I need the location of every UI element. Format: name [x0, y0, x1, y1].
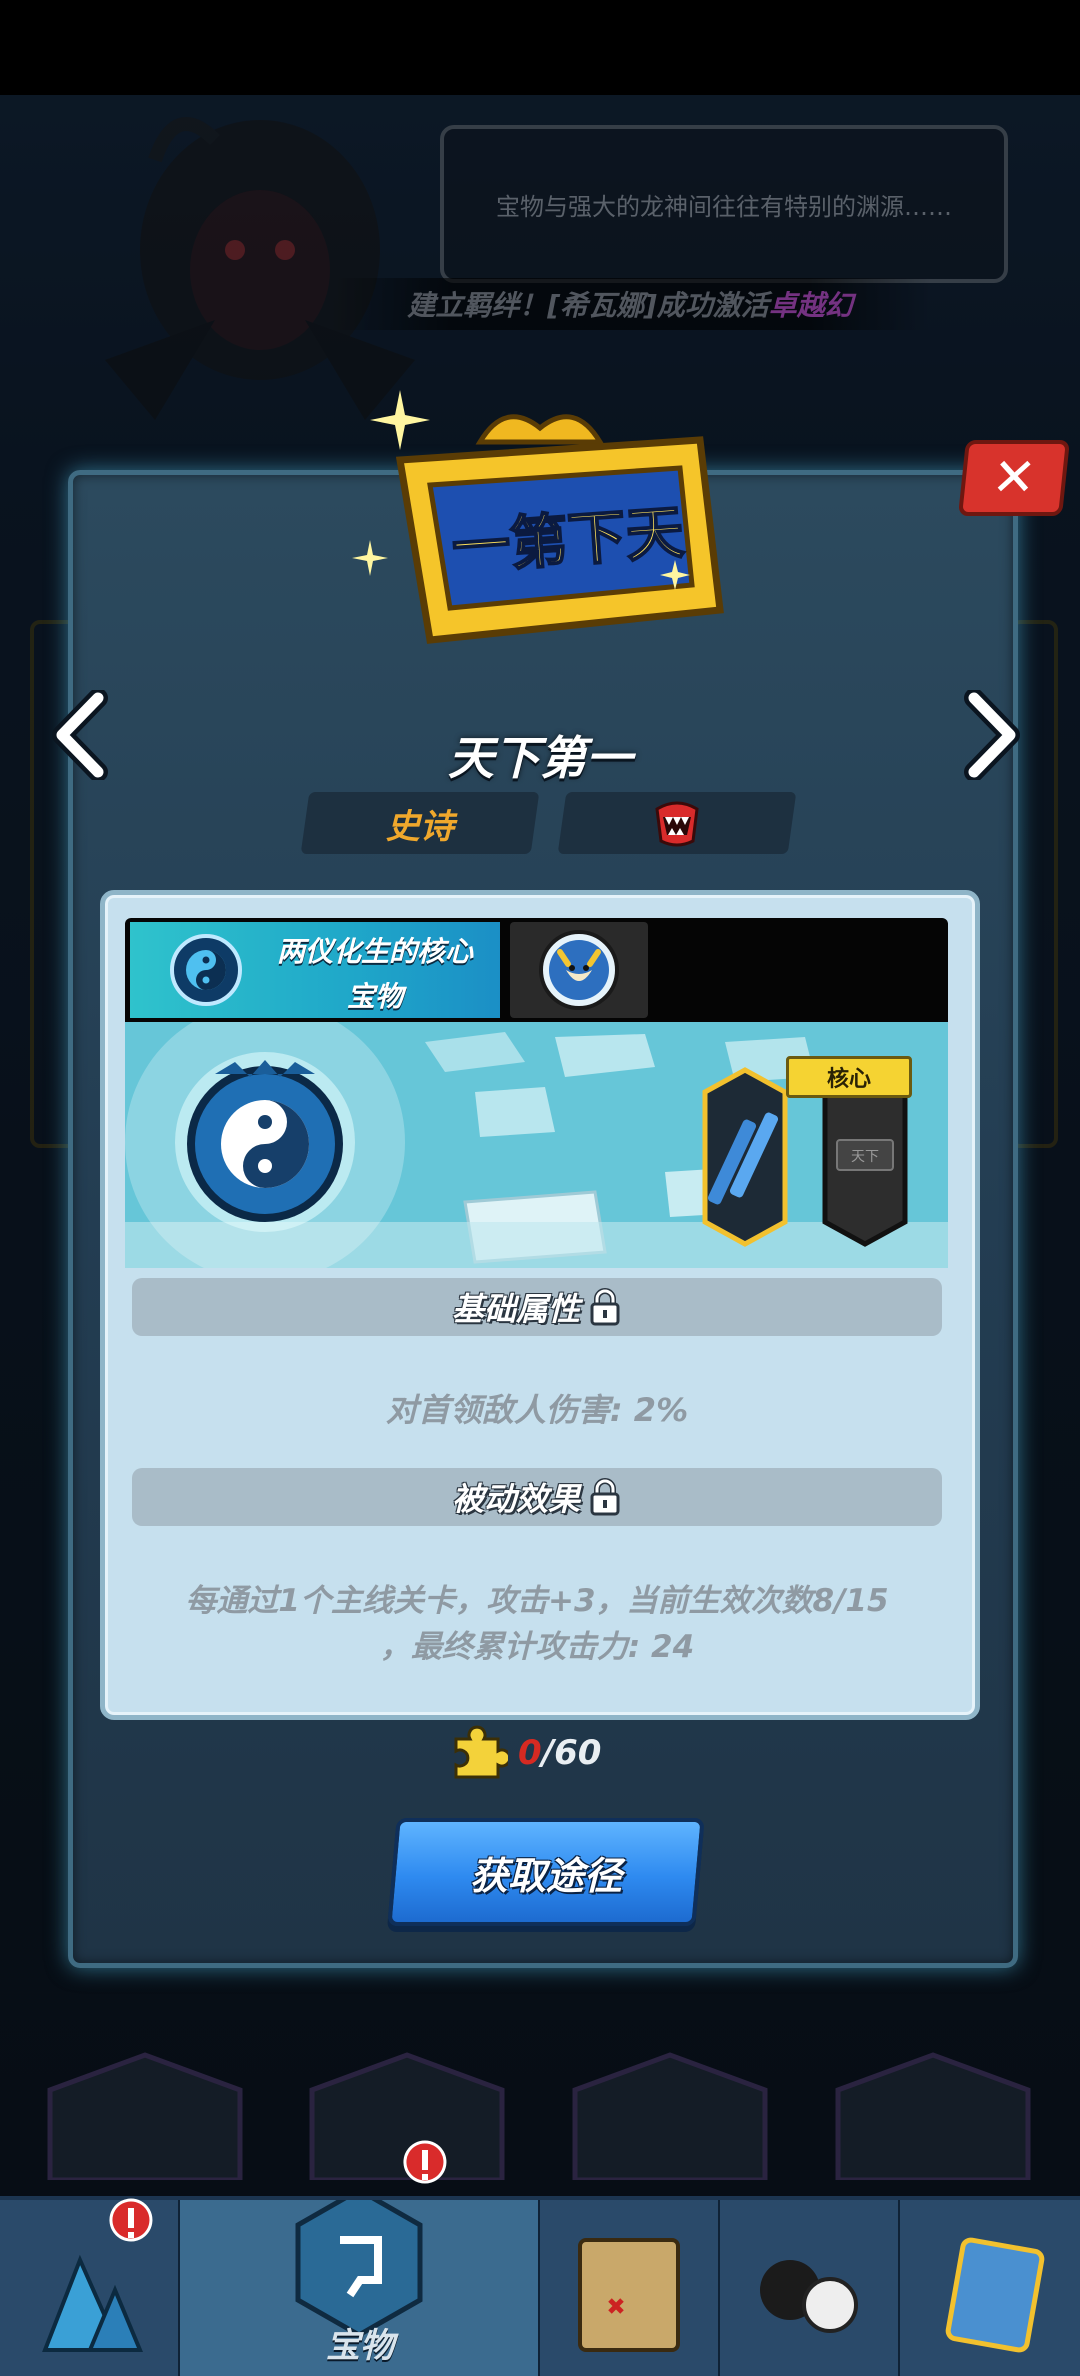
- passive-effect-description: 每通过1个主线关卡，攻击+3，当前生效次数8/15 ，最终累计攻击力: 24: [132, 1578, 942, 1670]
- close-button[interactable]: ✕: [958, 440, 1070, 516]
- passive-effect-line2: ，最终累计攻击力: 24: [379, 1629, 695, 1665]
- alert-badge-icon: [403, 2140, 447, 2184]
- alert-badge-icon: [109, 2198, 153, 2242]
- svg-text:天下: 天下: [851, 1149, 879, 1165]
- background-slot-hex: [835, 2052, 1031, 2180]
- characters-icon: [760, 2260, 858, 2333]
- fragment-total: /60: [541, 1733, 602, 1773]
- core-badge-label: 核心: [826, 1067, 871, 1092]
- background-slot-hex: [572, 2052, 768, 2180]
- fragment-current: 0: [518, 1733, 542, 1773]
- yin-yang-orb-icon: [170, 934, 242, 1006]
- map-scroll-icon: [578, 2238, 680, 2352]
- passive-effect-line1: 每通过1个主线关卡，攻击+3，当前生效次数8/15: [185, 1583, 889, 1619]
- game-screen: 宝物与强大的龙神间往往有特别的渊源…… 建立羁绊！[希瓦娜]成功激活卓越幻 ✕ …: [0, 0, 1080, 2376]
- treasure-plaque-image: 一第下天: [352, 390, 724, 644]
- base-attributes-header: 基础属性: [132, 1278, 942, 1336]
- close-icon: ✕: [989, 448, 1039, 508]
- rarity-label: 史诗: [386, 806, 454, 847]
- base-attribute-value: 对首领敌人伤害: 2%: [385, 1391, 689, 1429]
- passive-effect-label: 被动效果: [451, 1480, 580, 1518]
- base-attributes-label: 基础属性: [451, 1290, 580, 1328]
- nav-tab-treasure-label: 宝物: [326, 2326, 394, 2366]
- nav-tab-cards[interactable]: [900, 2200, 1080, 2376]
- card-deck-icon: [945, 2237, 1045, 2353]
- puzzle-piece-icon: [454, 1725, 508, 1779]
- demon-mouth-icon: [655, 801, 699, 847]
- tab-core-treasure-line1: 两仪化生的核心: [276, 935, 473, 968]
- lock-icon: [590, 1478, 620, 1516]
- fragment-progress: 0/60: [448, 1724, 648, 1782]
- nav-tab-map[interactable]: [540, 2200, 721, 2376]
- core-badge: 核心: [786, 1056, 912, 1098]
- passive-effect-header: 被动效果: [132, 1468, 942, 1526]
- rarity-tag: 史诗: [300, 792, 540, 854]
- dragon-portrait-icon: [539, 930, 619, 1010]
- faction-tag: [557, 792, 797, 854]
- tab-dragon-bond[interactable]: [510, 922, 648, 1018]
- lock-icon: [590, 1288, 620, 1326]
- nav-tab-characters[interactable]: [720, 2200, 901, 2376]
- obtain-source-label: 获取途径: [469, 1853, 622, 1898]
- obtain-source-button[interactable]: 获取途径: [387, 1818, 705, 1926]
- background-slot-hex: [47, 2052, 243, 2180]
- treasure-title: 天下第一: [448, 731, 632, 785]
- tab-core-treasure-line2: 宝物: [346, 980, 403, 1013]
